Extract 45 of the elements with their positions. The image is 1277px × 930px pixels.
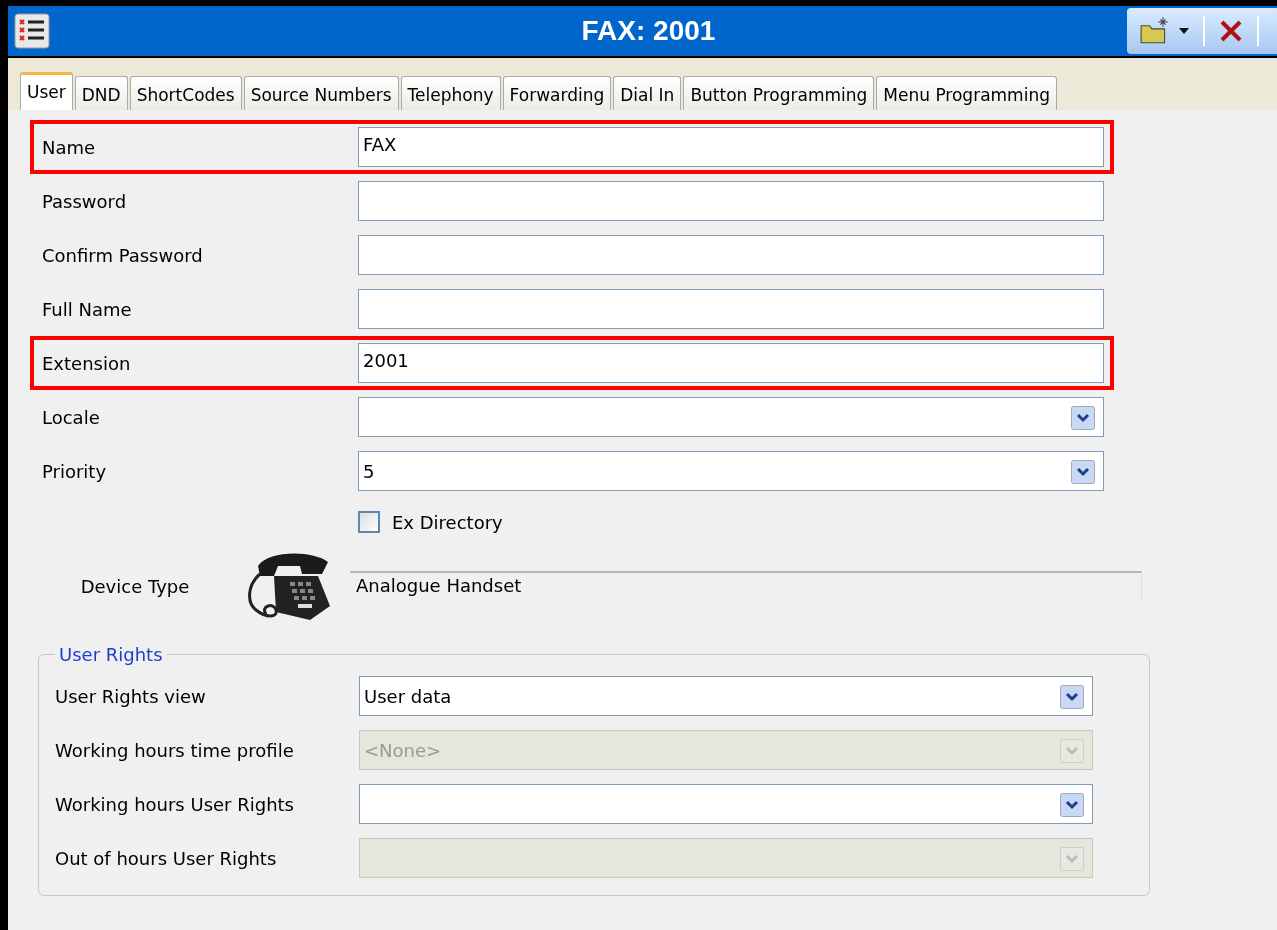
input-field[interactable] bbox=[358, 181, 1104, 221]
tab[interactable]: Telephony bbox=[400, 76, 501, 110]
close-icon[interactable] bbox=[1219, 19, 1243, 43]
tab[interactable]: Source Numbers bbox=[243, 76, 399, 110]
field-label: User Rights view bbox=[55, 685, 207, 707]
field-label: Out of hours User Rights bbox=[55, 847, 278, 869]
field-label: Extension bbox=[42, 352, 132, 374]
input-field[interactable]: FAX bbox=[358, 127, 1104, 167]
field-label: Confirm Password bbox=[42, 244, 204, 266]
checkbox[interactable] bbox=[358, 511, 380, 533]
tab[interactable]: DND bbox=[74, 76, 128, 110]
field-label: Password bbox=[42, 190, 128, 212]
field-label: Full Name bbox=[42, 298, 133, 320]
dropdown[interactable]: 5 bbox=[358, 451, 1104, 491]
list-icon[interactable] bbox=[14, 13, 50, 49]
dropdown[interactable]: User data bbox=[359, 676, 1093, 716]
tab[interactable]: ShortCodes bbox=[129, 76, 242, 110]
tab[interactable]: Dial In bbox=[613, 76, 682, 110]
input-field[interactable] bbox=[358, 235, 1104, 275]
field-label: Working hours time profile bbox=[55, 739, 295, 761]
field-label: Name bbox=[42, 136, 97, 158]
device-type-field: Analogue Handset bbox=[350, 571, 1142, 601]
chevron-icon bbox=[1071, 406, 1095, 430]
dropdown[interactable] bbox=[358, 397, 1104, 437]
chevron-icon bbox=[1060, 847, 1084, 871]
dropdown[interactable] bbox=[359, 784, 1093, 824]
tab[interactable]: Button Programming bbox=[683, 76, 875, 110]
chevron-icon bbox=[1060, 739, 1084, 763]
field-label: Working hours User Rights bbox=[55, 793, 295, 815]
tab[interactable]: Menu Programming bbox=[876, 76, 1057, 110]
input-field[interactable]: 2001 bbox=[358, 343, 1104, 383]
field-label: Locale bbox=[42, 406, 101, 428]
checkbox-label: Ex Directory bbox=[392, 511, 503, 533]
input-field[interactable] bbox=[358, 289, 1104, 329]
window-title: FAX: 2001 bbox=[580, 15, 717, 47]
tab[interactable]: User bbox=[20, 72, 73, 110]
chevron-icon bbox=[1071, 460, 1095, 484]
tab[interactable]: Forwarding bbox=[502, 76, 612, 110]
chevron-icon bbox=[1060, 793, 1084, 817]
group-title: User Rights bbox=[58, 644, 164, 665]
field-label: Device Type bbox=[80, 575, 190, 597]
field-label: Priority bbox=[42, 460, 108, 482]
caret-icon[interactable] bbox=[1179, 28, 1189, 34]
chevron-icon bbox=[1060, 685, 1084, 709]
folder-icon[interactable] bbox=[1139, 17, 1171, 45]
